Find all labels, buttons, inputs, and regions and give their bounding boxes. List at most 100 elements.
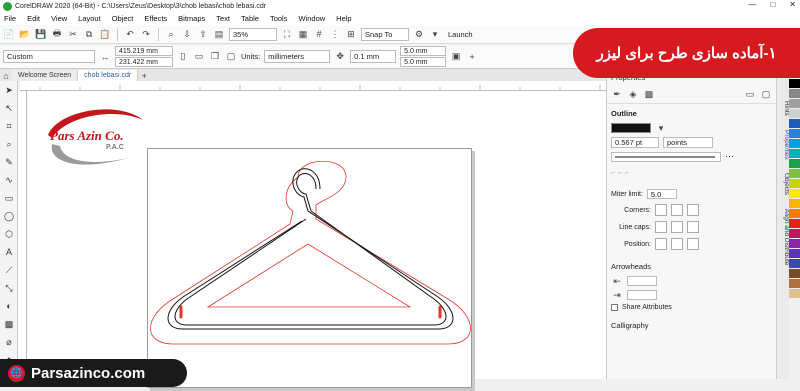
paste-icon[interactable]: 📋 <box>99 28 111 40</box>
vertical-ruler[interactable] <box>18 91 27 379</box>
connector-tool-icon[interactable]: ⤡ <box>0 279 18 297</box>
search-content-icon[interactable]: ⌕ <box>165 28 177 40</box>
menu-file[interactable]: File <box>4 14 16 23</box>
redo-icon[interactable]: ↷ <box>140 28 152 40</box>
color-swatch[interactable] <box>789 149 800 159</box>
color-swatch[interactable] <box>789 199 800 209</box>
crop-tool-icon[interactable]: ⌗ <box>0 117 18 135</box>
outline-color-swatch[interactable] <box>611 123 651 133</box>
color-swatch[interactable] <box>789 259 800 269</box>
copy-icon[interactable]: ⧉ <box>83 28 95 40</box>
chevron-down-icon[interactable]: ▾ <box>655 122 667 134</box>
all-pages-icon[interactable]: ❐ <box>209 51 221 63</box>
color-swatch[interactable] <box>789 89 800 99</box>
square-cap-icon[interactable] <box>687 221 699 233</box>
color-swatch[interactable] <box>789 109 800 119</box>
color-swatch[interactable] <box>789 129 800 139</box>
text-tool-icon[interactable]: A <box>0 243 18 261</box>
add-icon[interactable]: + <box>466 51 478 63</box>
document-properties-icon[interactable]: ▢ <box>760 88 772 100</box>
color-swatch[interactable] <box>789 189 800 199</box>
color-swatch[interactable] <box>789 229 800 239</box>
application-launcher-icon[interactable]: ▾ <box>429 28 441 40</box>
line-style-dropdown[interactable] <box>611 151 721 162</box>
document-page[interactable] <box>147 148 472 388</box>
color-swatch[interactable] <box>789 279 800 289</box>
outline-width-field[interactable]: 0.567 pt <box>611 137 659 148</box>
page-height-field[interactable]: 231.422 mm <box>115 57 173 67</box>
freehand-tool-icon[interactable]: ✎ <box>0 153 18 171</box>
miter-limit-field[interactable]: 5.0 <box>646 189 677 199</box>
outline-units-dropdown[interactable]: points <box>663 137 713 148</box>
home-icon[interactable]: ⌂ <box>0 70 12 81</box>
set-page-background-icon[interactable]: ▣ <box>450 51 462 63</box>
color-swatch[interactable] <box>789 99 800 109</box>
tab-welcome-screen[interactable]: Welcome Screen <box>12 70 79 81</box>
landscape-icon[interactable]: ▭ <box>193 51 205 63</box>
color-swatch[interactable] <box>789 179 800 189</box>
transparency-tab-icon[interactable]: ▩ <box>643 88 655 100</box>
eyedropper-icon[interactable]: ⌀ <box>0 333 18 351</box>
round-cap-icon[interactable] <box>671 221 683 233</box>
new-tab-icon[interactable]: + <box>138 70 150 81</box>
rectangle-tool-icon[interactable]: ▭ <box>0 189 18 207</box>
polygon-tool-icon[interactable]: ⬡ <box>0 225 18 243</box>
color-swatch[interactable] <box>789 239 800 249</box>
duplicate-distance-x-field[interactable]: 5.0 mm <box>400 46 447 56</box>
current-page-icon[interactable]: ▢ <box>225 51 237 63</box>
color-swatch[interactable] <box>789 269 800 279</box>
color-swatch[interactable] <box>789 219 800 229</box>
menu-help[interactable]: Help <box>336 14 351 23</box>
menu-view[interactable]: View <box>51 14 67 23</box>
full-screen-icon[interactable]: ⛶ <box>281 28 293 40</box>
units-dropdown[interactable]: millimeters <box>264 50 331 63</box>
color-swatch[interactable] <box>789 119 800 129</box>
share-attributes-checkbox[interactable] <box>611 304 618 311</box>
round-corner-icon[interactable] <box>671 204 683 216</box>
new-document-icon[interactable]: 📄 <box>3 28 15 40</box>
butt-cap-icon[interactable] <box>655 221 667 233</box>
launch-button[interactable]: Launch <box>445 28 487 41</box>
miter-corner-icon[interactable] <box>655 204 667 216</box>
outline-pen-icon[interactable]: ✒ <box>611 88 623 100</box>
menu-window[interactable]: Window <box>298 14 325 23</box>
snap-icon[interactable]: ⊞ <box>345 28 357 40</box>
guidelines-icon[interactable]: ⋮ <box>329 28 341 40</box>
color-swatch[interactable] <box>789 289 800 299</box>
color-swatch[interactable] <box>789 159 800 169</box>
hanger-drawing[interactable] <box>148 149 473 389</box>
menu-tools[interactable]: Tools <box>270 14 288 23</box>
color-swatch[interactable] <box>789 139 800 149</box>
duplicate-distance-y-field[interactable]: 5.0 mm <box>400 57 447 67</box>
rulers-icon[interactable]: ▦ <box>297 28 309 40</box>
minimize-button[interactable]: — <box>748 0 756 9</box>
menu-effects[interactable]: Effects <box>144 14 167 23</box>
inside-outline-icon[interactable] <box>687 238 699 250</box>
color-swatch[interactable] <box>789 79 800 89</box>
tab-chob-lebasi[interactable]: chob lebasi.cdr <box>78 70 139 81</box>
export-icon[interactable]: ⇧ <box>197 28 209 40</box>
parallel-dimension-icon[interactable]: ⟋ <box>0 261 18 279</box>
save-icon[interactable]: 💾 <box>35 28 47 40</box>
menu-layout[interactable]: Layout <box>78 14 101 23</box>
menu-object[interactable]: Object <box>112 14 134 23</box>
start-arrowhead-dropdown[interactable] <box>627 276 657 286</box>
outside-outline-icon[interactable] <box>655 238 667 250</box>
centered-outline-icon[interactable] <box>671 238 683 250</box>
zoom-tool-icon[interactable]: ⌕ <box>0 135 18 153</box>
drop-shadow-icon[interactable]: ◐ <box>0 297 18 315</box>
open-icon[interactable]: 📂 <box>19 28 31 40</box>
horizontal-ruler[interactable] <box>20 81 606 91</box>
menu-bitmaps[interactable]: Bitmaps <box>178 14 205 23</box>
page-properties-icon[interactable]: ▭ <box>744 88 756 100</box>
fill-bucket-icon[interactable]: ◈ <box>627 88 639 100</box>
cut-icon[interactable]: ✂ <box>67 28 79 40</box>
page-preset-dropdown[interactable]: Custom <box>3 50 95 63</box>
more-icon[interactable]: ⋯ <box>725 151 734 162</box>
snap-to-dropdown[interactable]: Snap To <box>361 27 409 41</box>
menu-text[interactable]: Text <box>216 14 230 23</box>
publish-pdf-icon[interactable]: ▤ <box>213 28 225 40</box>
color-swatch[interactable] <box>789 169 800 179</box>
shape-tool-icon[interactable]: ↖ <box>0 99 18 117</box>
close-button[interactable]: ✕ <box>789 0 796 9</box>
